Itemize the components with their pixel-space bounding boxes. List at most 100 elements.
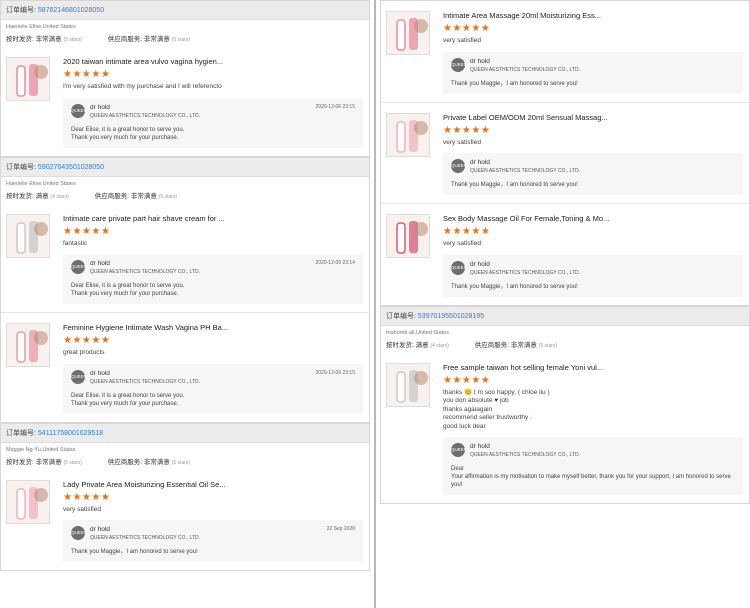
product-thumbnail[interactable] <box>386 362 430 407</box>
product-thumbnail[interactable] <box>6 479 50 524</box>
reply-header: QUEEN dr hold QUEEN AESTHETICS TECHNOLOGY … <box>71 103 357 119</box>
review-stars: ★★★★★ <box>63 225 111 237</box>
order-number-link[interactable]: 5876214680102805​0 <box>38 7 104 14</box>
buyer-name: Maggie Ng-Yu,United States <box>6 446 76 453</box>
seller-company: QUEEN AESTHETICS TECHNOLOGY CO., LTD. <box>90 269 201 275</box>
rating-stars-service: (5 stars) <box>538 342 558 349</box>
seller-company: QUEEN AESTHETICS TECHNOLOGY CO., LTD. <box>90 378 201 385</box>
product-title-link[interactable]: Intimate Area Massage 20ml Moisturizing … <box>443 11 743 20</box>
reply-header: QUEEN dr hold QUEEN AESTHETICS TECHNOLOGY … <box>451 159 737 174</box>
rating-label-delivery: 按时发货: <box>386 341 414 349</box>
rating-label-service: 供应商服务: <box>107 458 143 466</box>
reply-header: QUEEN dr hold QUEEN AESTHETICS TECHNOLOGY … <box>71 260 357 275</box>
product-title-link[interactable]: Free sample taiwan hot selling female Yo… <box>443 363 743 372</box>
seller-reply: QUEEN dr hold QUEEN AESTHETICS TECHNOLOGY … <box>443 437 743 495</box>
review-comment: fantastic <box>63 239 88 247</box>
order-card: 订单编号: 53970195501028195 mahomb ali,United… <box>380 305 750 504</box>
seller-name: dr hold <box>90 369 110 377</box>
product-thumbnail[interactable] <box>386 214 430 258</box>
right-review-column: Intimate Area Massage 20ml Moisturizing … <box>380 0 750 608</box>
review-stars: ★★★★★ <box>63 491 111 503</box>
review-item: Intimate care private part hair shave cr… <box>1 204 369 313</box>
order-card: 订单编号: 5876214680102805​0 Haerielie Elise,… <box>0 0 370 157</box>
seller-info: dr hold QUEEN AESTHETICS TECHNOLOGY CO., … <box>470 159 580 174</box>
seller-info: dr hold QUEEN AESTHETICS TECHNOLOGY CO., … <box>90 526 200 541</box>
rating-stars-delivery: (5 stars) <box>63 37 82 43</box>
review-item: Intimate Area Massage 20ml Moisturizing … <box>381 1 749 102</box>
review-comment: I'm very satisfied with my purchase and … <box>63 83 222 90</box>
order-number-link[interactable]: 5902764350102805​0 <box>38 164 104 171</box>
rating-value-service: 非常满意 <box>143 36 170 43</box>
order-label: 订单编号: <box>6 163 36 171</box>
seller-avatar: QUEEN <box>71 103 87 118</box>
seller-reply: QUEEN dr hold QUEEN AESTHETICS TECHNOLOGY … <box>63 97 363 148</box>
rating-value-service: 非常满意 <box>130 192 157 200</box>
seller-name: dr hold <box>470 443 490 450</box>
product-title-link[interactable]: Sex Body Massage Oil For Female,Toning &… <box>443 214 743 223</box>
order-number-link[interactable]: 53970195501028195 <box>418 313 484 320</box>
seller-info: dr hold QUEEN AESTHETICS TECHNOLOGY CO., … <box>90 370 200 385</box>
review-item: Private Label OEM/ODM 20ml Sensual Massa… <box>381 101 749 204</box>
seller-info: dr hold QUEEN AESTHETICS TECHNOLOGY CO., … <box>470 443 580 458</box>
seller-name: dr hold <box>470 260 490 268</box>
order-ratings: 按时发货: 非常满意 (5 stars) 供应商服务: 非常满意 (5 stars… <box>1 453 369 470</box>
order-number-link[interactable]: 5411175800102951​8 <box>38 430 103 437</box>
order-header: 订单编号: 53970195501028195 <box>381 306 749 326</box>
review-comment: thanks 😊 I m soo happy, ( chloe liu ) yo… <box>443 388 550 430</box>
seller-reply: QUEEN dr hold QUEEN AESTHETICS TECHNOLOGY … <box>443 51 743 94</box>
product-thumbnail[interactable] <box>6 57 50 101</box>
column-divider <box>374 0 376 608</box>
seller-name: dr hold <box>470 159 490 166</box>
review-stars: ★★★★★ <box>443 23 491 34</box>
review-stars: ★★★★★ <box>443 124 491 136</box>
product-thumbnail[interactable] <box>386 11 430 55</box>
review-comment: very satisfied <box>443 240 481 247</box>
product-thumbnail[interactable] <box>6 323 50 367</box>
review-item: Sex Body Massage Oil For Female,Toning &… <box>381 203 749 305</box>
reply-text: Dear Your affirmation is my motivation t… <box>451 466 731 488</box>
seller-reply: QUEEN dr hold QUEEN AESTHETICS TECHNOLOGY … <box>63 254 363 304</box>
order-card: Intimate Area Massage 20ml Moisturizing … <box>380 0 750 306</box>
seller-info: dr hold QUEEN AESTHETICS TECHNOLOGY CO., … <box>470 261 580 276</box>
reply-text: Dear Elise, it is a great honor to serve… <box>71 283 185 297</box>
reply-date: 2020-12-09 23:15 <box>315 369 355 376</box>
product-thumbnail[interactable] <box>6 213 50 258</box>
order-ratings: 按时发货: 非常满意 (5 stars) 供应商服务: 非常满意 (5 stars… <box>1 30 369 47</box>
review-item: Lady Private Area Moisturizing Essential… <box>1 470 369 571</box>
review-stars: ★★★★★ <box>443 226 491 237</box>
seller-reply: QUEEN dr hold QUEEN AESTHETICS TECHNOLOGY … <box>63 520 363 562</box>
seller-name: dr hold <box>90 526 110 533</box>
seller-company: QUEEN AESTHETICS TECHNOLOGY CO., LTD. <box>90 535 201 541</box>
seller-avatar: QUEEN <box>71 369 87 384</box>
seller-avatar: QUEEN <box>451 260 467 275</box>
reply-header: QUEEN dr hold QUEEN AESTHETICS TECHNOLOGY … <box>71 526 357 541</box>
seller-info: dr hold QUEEN AESTHETICS TECHNOLOGY CO., … <box>90 104 200 119</box>
product-title-link[interactable]: Private Label OEM/ODM 20ml Sensual Massa… <box>443 113 743 122</box>
buyer-name: Haerielie Elise,United States <box>6 24 76 30</box>
rating-value-service: 非常满意 <box>143 458 170 466</box>
seller-name: dr hold <box>90 103 110 111</box>
review-item: Feminine Hygiene Intimate Wash Vagina PH… <box>1 312 369 422</box>
order-label: 订单编号: <box>6 429 36 437</box>
product-thumbnail[interactable] <box>386 112 430 157</box>
seller-reply: QUEEN dr hold QUEEN AESTHETICS TECHNOLOGY … <box>443 153 743 195</box>
order-ratings: 按时发货: 满意 (4 stars) 供应商服务: 非常满意 (5 stars) <box>381 336 749 353</box>
order-label: 订单编号: <box>6 7 36 14</box>
reply-text: Thank you Maggie，I am honored to serve y… <box>451 80 578 87</box>
seller-avatar: QUEEN <box>451 443 467 457</box>
rating-value-delivery: 满意 <box>415 341 429 349</box>
seller-avatar: QUEEN <box>71 260 87 274</box>
seller-avatar: QUEEN <box>451 159 467 173</box>
rating-stars-service: (5 stars) <box>158 193 178 200</box>
product-title-link[interactable]: Intimate care private part hair shave cr… <box>63 214 363 223</box>
product-title-link[interactable]: Lady Private Area Moisturizing Essential… <box>63 480 363 489</box>
order-header: 订单编号: 5876214680102805​0 <box>1 1 369 20</box>
rating-value-delivery: 满意 <box>35 192 49 200</box>
product-title-link[interactable]: Feminine Hygiene Intimate Wash Vagina PH… <box>63 323 363 332</box>
rating-label-delivery: 按时发货: <box>6 458 34 466</box>
reply-text: Thank you Maggie，I am honored to serve y… <box>451 182 578 188</box>
rating-label-delivery: 按时发货: <box>6 36 34 43</box>
product-title-link[interactable]: 2020 taiwan intimate area vulvo vagina h… <box>63 57 363 66</box>
reply-text: Dear Elise, it is a great honor to serve… <box>71 392 185 407</box>
order-card: 订单编号: 5411175800102951​8 Maggie Ng-Yu,Uni… <box>0 422 370 571</box>
